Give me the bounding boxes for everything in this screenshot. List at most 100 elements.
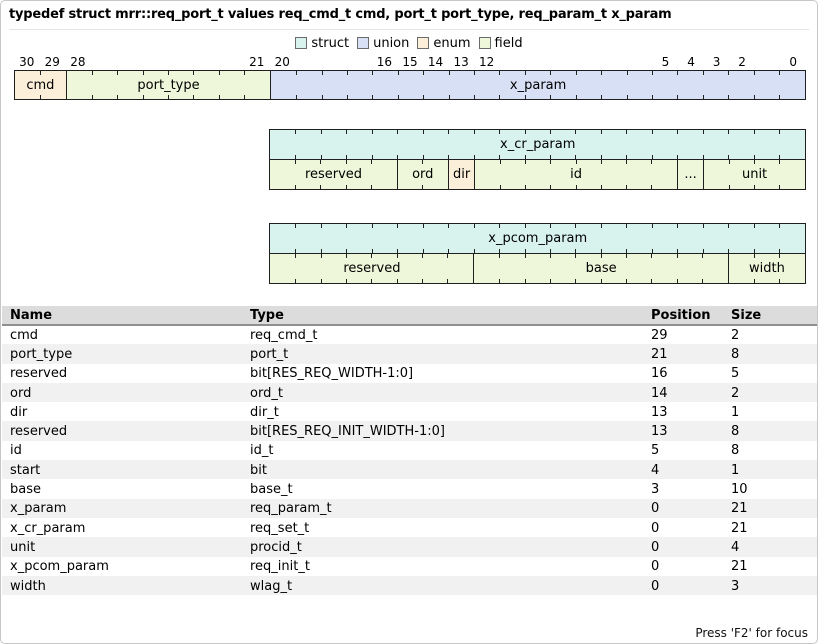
- bit-tick: [575, 130, 576, 134]
- field-cell-dir[interactable]: dir: [448, 160, 474, 189]
- bit-tick: [447, 254, 448, 258]
- field-cell-port_type[interactable]: port_type: [66, 71, 270, 99]
- bit-tick: [321, 130, 322, 134]
- bit-tick: [550, 160, 551, 164]
- bit-tick: [576, 185, 577, 189]
- field-cell-x_param[interactable]: x_param: [270, 71, 805, 99]
- bit-tick: [525, 95, 526, 99]
- field-cell-width[interactable]: width: [728, 254, 805, 283]
- bit-tick: [422, 279, 423, 283]
- cell-name: width: [2, 576, 242, 595]
- field-cell-reserved[interactable]: reserved: [270, 254, 473, 283]
- bit-tick: [346, 224, 347, 228]
- cell-type: dir_t: [242, 402, 643, 421]
- table-row-width[interactable]: widthwlag_t03: [2, 576, 818, 595]
- field-label-width: width: [749, 261, 785, 276]
- bit-tick: [398, 95, 399, 99]
- bit-tick: [525, 160, 526, 164]
- bit-tick: [728, 130, 729, 134]
- table-row-id[interactable]: idid_t58: [2, 441, 818, 460]
- struct-header-x_pcom_param[interactable]: x_pcom_param: [270, 224, 805, 253]
- bit-tick: [295, 160, 296, 164]
- field-label-cmd: cmd: [26, 78, 54, 93]
- bit-tick: [168, 71, 169, 75]
- bit-number-label-0: 0: [789, 55, 797, 69]
- bit-tick: [474, 71, 475, 75]
- cell-size: 1: [723, 402, 818, 421]
- field-cell-unit[interactable]: unit: [703, 160, 805, 189]
- table-row-unit[interactable]: unitprocid_t04: [2, 537, 818, 556]
- field-cell-dotdotdot[interactable]: ...: [677, 160, 703, 189]
- bit-tick: [652, 130, 653, 134]
- bit-tick: [499, 224, 500, 228]
- bit-tick: [92, 95, 93, 99]
- bit-tick: [193, 95, 194, 99]
- bit-tick: [322, 71, 323, 75]
- field-cell-id[interactable]: id: [474, 160, 677, 189]
- field-label-dotdotdot: ...: [684, 167, 696, 182]
- cell-size: 5: [723, 364, 818, 383]
- union-color-swatch: [357, 37, 369, 49]
- table-row-x_pcom_param[interactable]: x_pcom_paramreq_init_t021: [2, 557, 818, 576]
- bit-tick: [347, 95, 348, 99]
- cell-position: 5: [643, 441, 723, 460]
- cell-name: cmd: [2, 325, 242, 344]
- bit-tick: [371, 254, 372, 258]
- bit-tick: [371, 160, 372, 164]
- bit-tick: [447, 279, 448, 283]
- bit-tick: [295, 185, 296, 189]
- bit-number-label-3: 3: [713, 55, 721, 69]
- table-row-x_cr_param[interactable]: x_cr_paramreq_set_t021: [2, 518, 818, 537]
- cell-name: ord: [2, 383, 242, 402]
- bit-tick: [729, 185, 730, 189]
- bit-number-label-5: 5: [662, 55, 670, 69]
- bit-tick: [550, 254, 551, 258]
- column-header-size: Size: [723, 306, 818, 325]
- legend: structunionenumfield: [1, 34, 817, 52]
- field-cell-reserved[interactable]: reserved: [270, 160, 396, 189]
- cell-size: 2: [723, 383, 818, 402]
- bit-tick: [295, 279, 296, 283]
- field-label-x_cr_param: x_cr_param: [500, 137, 575, 152]
- table-row-ord[interactable]: ordord_t142: [2, 383, 818, 402]
- bit-number-label-28: 28: [70, 55, 85, 69]
- bit-tick: [346, 130, 347, 134]
- bit-tick: [295, 224, 296, 228]
- table-row-reserved[interactable]: reservedbit[RES_REQ_INIT_WIDTH-1:0]138: [2, 421, 818, 440]
- bit-tick: [779, 279, 780, 283]
- cell-position: 13: [643, 402, 723, 421]
- bit-tick: [244, 71, 245, 75]
- fields-table-header: Name Type Position Size: [2, 306, 818, 325]
- bit-tick: [550, 224, 551, 228]
- table-row-dir[interactable]: dirdir_t131: [2, 402, 818, 421]
- bit-tick: [576, 160, 577, 164]
- field-cell-cmd[interactable]: cmd: [15, 71, 66, 99]
- bit-tick: [500, 160, 501, 164]
- bit-tick: [703, 95, 704, 99]
- cell-position: 13: [643, 421, 723, 440]
- bit-tick: [474, 224, 475, 228]
- field-cell-ord[interactable]: ord: [397, 160, 448, 189]
- bit-tick: [601, 95, 602, 99]
- bit-tick: [143, 95, 144, 99]
- table-row-cmd[interactable]: cmdreq_cmd_t292: [2, 325, 818, 344]
- table-row-x_param[interactable]: x_paramreq_param_t021: [2, 499, 818, 518]
- table-row-reserved[interactable]: reservedbit[RES_REQ_WIDTH-1:0]165: [2, 364, 818, 383]
- bit-tick: [320, 185, 321, 189]
- field-label-reserved: reserved: [343, 261, 400, 276]
- cell-type: id_t: [242, 441, 643, 460]
- struct-header-x_cr_param[interactable]: x_cr_param: [270, 130, 805, 159]
- row-x-cr-param-header: x_cr_param: [269, 129, 806, 160]
- table-row-base[interactable]: basebase_t310: [2, 479, 818, 498]
- table-row-port_type[interactable]: port_typeport_t218: [2, 344, 818, 363]
- bit-tick: [703, 71, 704, 75]
- table-row-start[interactable]: startbit41: [2, 460, 818, 479]
- bit-tick: [499, 130, 500, 134]
- cell-type: wlag_t: [242, 576, 643, 595]
- bit-tick: [423, 224, 424, 228]
- cell-position: 0: [643, 537, 723, 556]
- bit-tick: [754, 160, 755, 164]
- column-header-type: Type: [242, 306, 643, 325]
- field-cell-base[interactable]: base: [473, 254, 728, 283]
- cell-name: x_cr_param: [2, 518, 242, 537]
